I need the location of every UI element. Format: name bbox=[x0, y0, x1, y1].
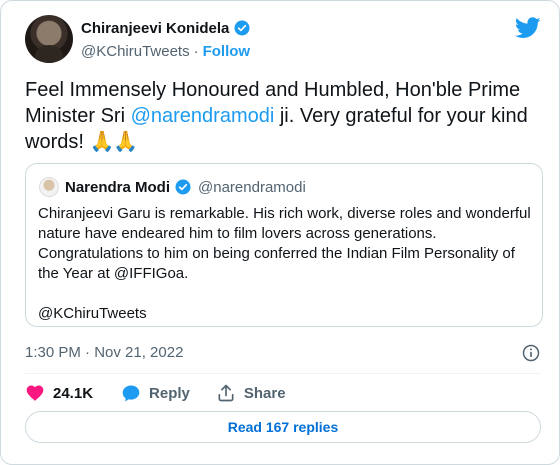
tweet-text: Feel Immensely Honoured and Humbled, Hon… bbox=[25, 77, 535, 155]
tweet-actions: 24.1K Reply Share bbox=[25, 381, 286, 405]
heart-icon bbox=[26, 385, 44, 401]
twitter-bird-icon[interactable] bbox=[515, 17, 541, 39]
like-button[interactable]: 24.1K bbox=[25, 383, 93, 403]
separator-dot: · bbox=[193, 43, 199, 60]
author-handle-row: @KChiruTweets · Follow bbox=[81, 43, 250, 60]
share-label: Share bbox=[243, 384, 286, 402]
read-replies-button[interactable]: Read 167 replies bbox=[25, 411, 541, 443]
info-icon[interactable] bbox=[521, 343, 541, 363]
author-name-row: Chiranjeevi Konidela bbox=[81, 19, 251, 37]
author-name[interactable]: Chiranjeevi Konidela bbox=[81, 20, 229, 37]
verified-badge-icon bbox=[234, 20, 250, 36]
author-handle[interactable]: @KChiruTweets bbox=[81, 43, 190, 60]
mention-link[interactable]: @narendramodi bbox=[131, 105, 275, 127]
verified-badge-icon bbox=[175, 179, 191, 195]
quoted-author-avatar bbox=[39, 177, 59, 197]
divider bbox=[25, 373, 541, 374]
quoted-author-name: Narendra Modi bbox=[65, 178, 171, 196]
quoted-tweet-header: Narendra Modi @narendramodi bbox=[65, 178, 306, 196]
quoted-tweet[interactable]: Narendra Modi @narendramodi Chiranjeevi … bbox=[25, 163, 543, 327]
quoted-author-handle: @narendramodi bbox=[198, 178, 306, 196]
quoted-tweet-body: Chiranjeevi Garu is remarkable. His rich… bbox=[38, 204, 532, 324]
quoted-tweet-signoff: @KChiruTweets bbox=[38, 305, 147, 322]
like-count: 24.1K bbox=[53, 384, 94, 402]
follow-button[interactable]: Follow bbox=[203, 43, 251, 60]
reply-button[interactable]: Reply bbox=[121, 383, 190, 403]
share-icon bbox=[218, 384, 234, 402]
quoted-tweet-text: Chiranjeevi Garu is remarkable. His rich… bbox=[38, 205, 531, 282]
reply-label: Reply bbox=[149, 384, 190, 402]
folded-hands-emoji: 🙏🙏 bbox=[89, 131, 138, 153]
author-avatar[interactable] bbox=[25, 15, 73, 63]
share-button[interactable]: Share bbox=[216, 383, 286, 403]
speech-bubble-icon bbox=[122, 385, 140, 402]
tweet-embed-card: Chiranjeevi Konidela @KChiruTweets · Fol… bbox=[0, 0, 560, 465]
tweet-timestamp[interactable]: 1:30 PM · Nov 21, 2022 bbox=[25, 344, 183, 361]
